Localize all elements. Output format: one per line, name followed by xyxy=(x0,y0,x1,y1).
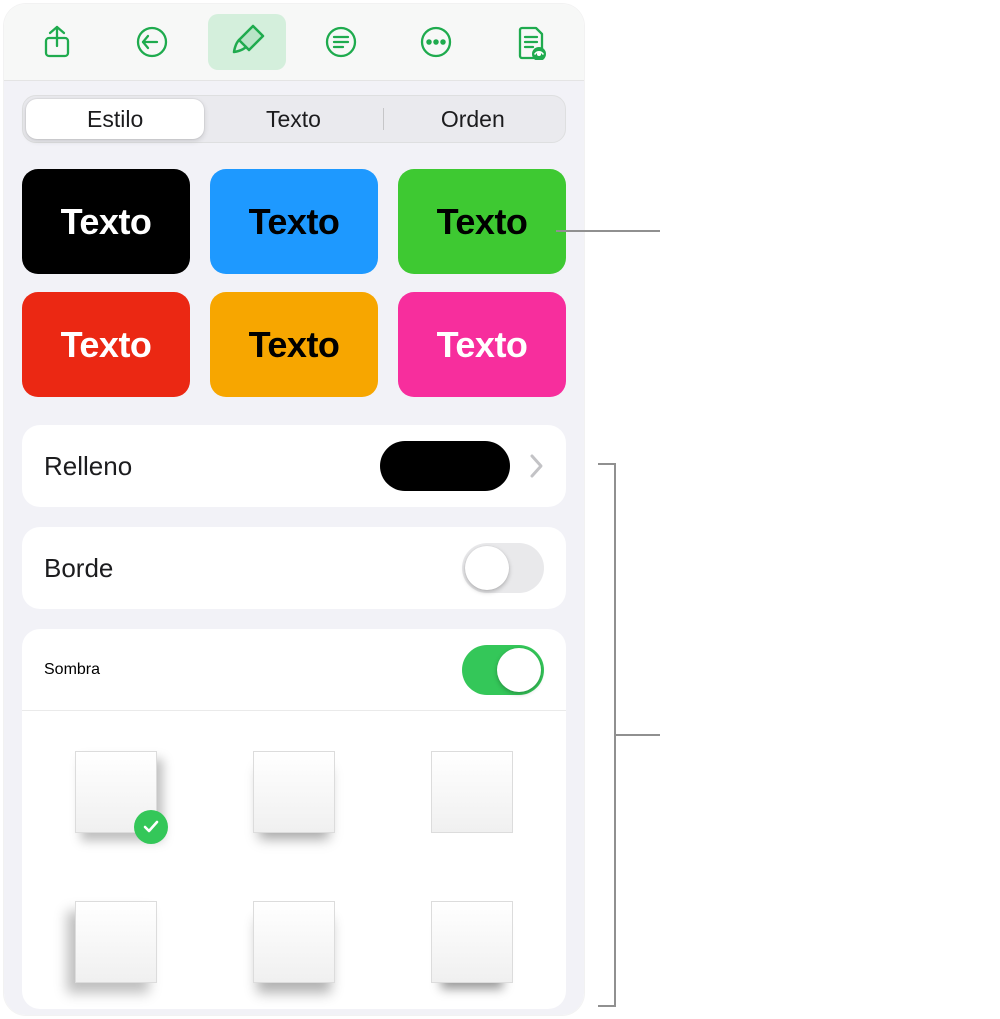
preset-label: Texto xyxy=(437,201,528,243)
fill-label: Relleno xyxy=(44,451,132,482)
tab-label: Estilo xyxy=(87,106,143,133)
format-brush-button[interactable] xyxy=(208,14,286,70)
shadow-option-3[interactable] xyxy=(75,901,157,983)
shadow-header-row: Sombra xyxy=(22,629,566,711)
tab-label: Orden xyxy=(441,106,505,133)
shadow-options-grid xyxy=(22,711,566,997)
preset-swatch-2[interactable]: Texto xyxy=(398,169,566,274)
shadow-card: Sombra xyxy=(22,629,566,1009)
tab-estilo[interactable]: Estilo xyxy=(26,99,204,139)
tab-texto[interactable]: Texto xyxy=(204,99,382,139)
style-presets-grid: Texto Texto Texto Texto Texto Texto xyxy=(22,169,566,397)
preset-swatch-1[interactable]: Texto xyxy=(210,169,378,274)
preset-swatch-4[interactable]: Texto xyxy=(210,292,378,397)
border-row: Borde xyxy=(22,527,566,609)
preset-label: Texto xyxy=(437,324,528,366)
fill-row[interactable]: Relleno xyxy=(22,425,566,507)
border-toggle[interactable] xyxy=(462,543,544,593)
undo-button[interactable] xyxy=(113,14,191,70)
preset-swatch-0[interactable]: Texto xyxy=(22,169,190,274)
preset-label: Texto xyxy=(249,201,340,243)
preset-label: Texto xyxy=(249,324,340,366)
shadow-option-0[interactable] xyxy=(75,751,157,833)
shadow-label: Sombra xyxy=(44,661,100,679)
insert-button[interactable] xyxy=(302,14,380,70)
share-button[interactable] xyxy=(18,14,96,70)
preset-swatch-3[interactable]: Texto xyxy=(22,292,190,397)
format-panel: Estilo Texto Orden Texto Texto Texto Tex… xyxy=(4,4,584,1015)
shadow-toggle[interactable] xyxy=(462,645,544,695)
shadow-option-1[interactable] xyxy=(253,751,335,833)
shadow-option-2[interactable] xyxy=(431,751,513,833)
shadow-option-5[interactable] xyxy=(431,901,513,983)
border-label: Borde xyxy=(44,553,113,584)
segmented-control: Estilo Texto Orden xyxy=(22,95,566,143)
preset-label: Texto xyxy=(61,201,152,243)
checkmark-icon xyxy=(134,810,168,844)
chevron-right-icon xyxy=(528,452,544,480)
preset-label: Texto xyxy=(61,324,152,366)
shadow-option-4[interactable] xyxy=(253,901,335,983)
callout-line xyxy=(614,734,660,736)
more-button[interactable] xyxy=(397,14,475,70)
panel-body: Estilo Texto Orden Texto Texto Texto Tex… xyxy=(4,81,584,1015)
tab-orden[interactable]: Orden xyxy=(384,99,562,139)
document-view-button[interactable] xyxy=(492,14,570,70)
top-toolbar xyxy=(4,4,584,81)
preset-swatch-5[interactable]: Texto xyxy=(398,292,566,397)
fill-color-swatch xyxy=(380,441,510,491)
callout-line xyxy=(556,230,660,232)
tab-label: Texto xyxy=(266,106,321,133)
